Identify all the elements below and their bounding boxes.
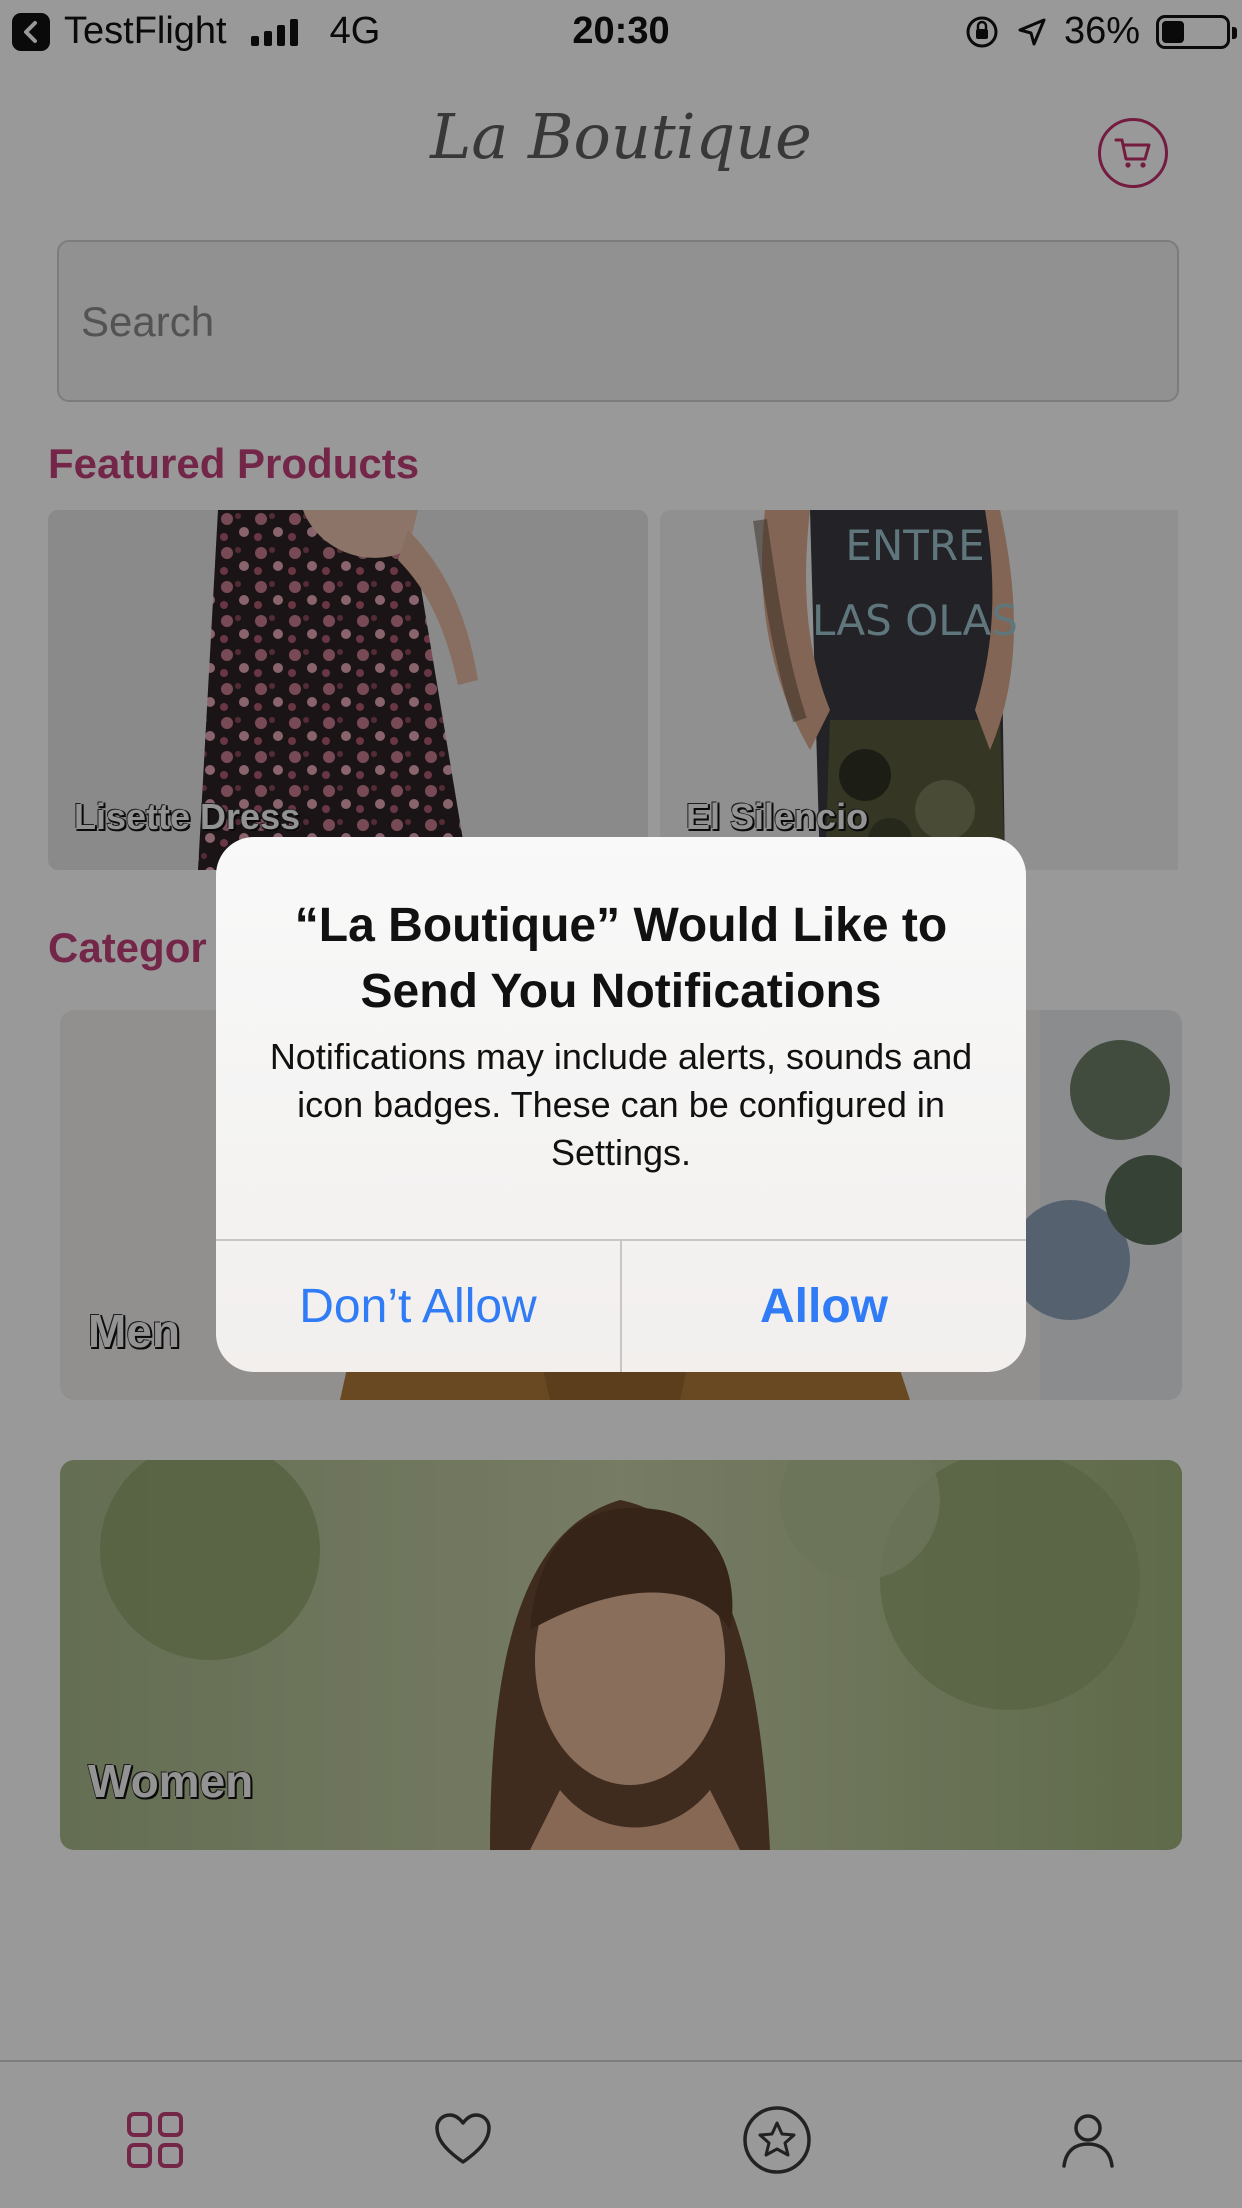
notification-permission-alert: “La Boutique” Would Like to Send You Not… [216,837,1026,1372]
alert-message: Notifications may include alerts, sounds… [269,1036,973,1173]
alert-title: “La Boutique” Would Like to Send You Not… [294,899,948,1018]
allow-button[interactable]: Allow [620,1241,1026,1372]
alert-actions: Don’t Allow Allow [216,1239,1026,1372]
dont-allow-button[interactable]: Don’t Allow [216,1241,620,1372]
